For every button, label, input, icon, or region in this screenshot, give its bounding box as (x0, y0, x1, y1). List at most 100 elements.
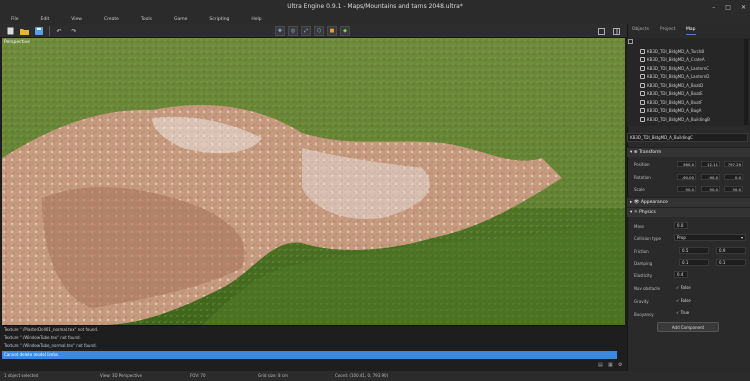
friction-static-field[interactable]: 0.5 (679, 247, 709, 254)
box-tool-icon[interactable]: ■ (327, 26, 337, 36)
position-z[interactable]: 797.29 (724, 161, 743, 167)
rotation-label: Rotation (634, 175, 651, 180)
status-selected: 1 object selected (4, 373, 39, 378)
status-gridsize: Grid size: 8 cm (258, 373, 288, 378)
terrain-tool-icon[interactable]: ◆ (340, 26, 350, 36)
object-name-field[interactable]: KB3D_TDI_BldgMD_A_BuildingC (627, 133, 748, 142)
buoyancy-checkbox[interactable]: ✓ True (676, 310, 689, 315)
toolbar: ↶ ↷ ✥ ◎ ⤢ ⬡ ■ ◆ (0, 24, 627, 38)
rotation-x[interactable]: -90.00 (677, 174, 696, 180)
navobstacle-label: Nav obstacle (634, 286, 660, 291)
cube-icon (640, 48, 645, 54)
status-bar: 1 object selected View: 3D Perspective F… (0, 371, 750, 381)
tree-item[interactable]: KB3D_TDI_BldgMD_A_LanternC (640, 64, 709, 72)
console-line: Texture "./WindowTube.tex" not found. (4, 335, 81, 340)
tree-scrollbar[interactable] (744, 39, 748, 125)
status-coords: Coord: (100.41, 0, 793.90) (335, 373, 389, 378)
window-controls: – □ ✕ (712, 0, 746, 14)
tree-item[interactable]: KB3D_TDI_BldgMD_A_BuildingB (640, 115, 710, 123)
tree-item[interactable]: KB3D_TDI_BldgMD_A_TorchB (640, 47, 704, 55)
open-folder-icon[interactable] (19, 26, 29, 36)
move-tool-icon[interactable]: ✥ (275, 26, 285, 36)
cube-tool-icon[interactable]: ⬡ (314, 26, 324, 36)
status-fov: FOV: 70 (190, 373, 206, 378)
console-copy-icon[interactable]: ▦ (608, 362, 613, 368)
tree-item[interactable]: KB3D_TDI_BldgMD_A_BagA (640, 106, 701, 114)
scale-x[interactable]: 50.0 (677, 186, 696, 192)
cube-icon (640, 107, 645, 113)
tab-objects[interactable]: Objects (632, 27, 649, 35)
cube-icon (640, 82, 645, 88)
elasticity-field[interactable]: 0.4 (674, 271, 688, 278)
rotation-z[interactable]: 0.0 (724, 174, 743, 180)
cube-icon (640, 73, 645, 79)
menu-create[interactable]: Create (93, 17, 130, 22)
navobstacle-checkbox[interactable]: ✓ False (676, 285, 691, 290)
window-title: Ultra Engine 0.9.1 - Maps/Mountains and … (0, 0, 750, 14)
cube-icon (640, 56, 645, 62)
minimize-button[interactable]: – (712, 4, 715, 11)
menu-bar: File Edit View Create Tools Game Scripti… (0, 14, 750, 24)
damping-angular-field[interactable]: 0.1 (716, 259, 746, 266)
console-clear-icon[interactable]: ▤ (598, 362, 603, 368)
console-settings-icon[interactable]: ⚙ (618, 362, 622, 368)
viewport-label[interactable]: Perspective (4, 40, 30, 45)
add-component-button[interactable]: Add Component (657, 322, 719, 332)
tree-item[interactable]: KB3D_TDI_BldgMD_A_BoatD (640, 81, 703, 89)
buoyancy-label: Buoyancy (634, 312, 654, 317)
position-x[interactable]: 560.0 (677, 161, 696, 167)
close-button[interactable]: ✕ (741, 4, 746, 11)
scale-tool-icon[interactable]: ⤢ (301, 26, 311, 36)
redo-icon[interactable]: ↷ (69, 26, 79, 36)
menu-view[interactable]: View (60, 17, 93, 22)
cube-icon (640, 90, 645, 96)
transform-section[interactable]: ▾ ⊕ Transform (627, 147, 750, 157)
layout-split-icon[interactable] (611, 26, 621, 36)
appearance-section[interactable]: ▸ 👁 Appearance (627, 197, 750, 207)
cube-icon (640, 99, 645, 105)
tree-item[interactable]: KB3D_TDI_BldgMD_A_BoatF (640, 98, 702, 106)
friction-kinetic-field[interactable]: 0.9 (716, 247, 746, 254)
undo-icon[interactable]: ↶ (54, 26, 64, 36)
new-file-icon[interactable] (5, 26, 15, 36)
menu-scripting[interactable]: Scripting (198, 17, 240, 22)
cube-icon (640, 65, 645, 71)
tab-project[interactable]: Project (660, 27, 675, 35)
collision-label: Collision type (634, 236, 661, 241)
scene-viewport[interactable] (2, 38, 625, 325)
tab-map[interactable]: Map (686, 27, 696, 35)
scale-label: Scale (634, 187, 645, 192)
damping-label: Damping (634, 261, 653, 266)
menu-help[interactable]: Help (240, 17, 272, 22)
rotation-y[interactable]: -90.0 (701, 174, 720, 180)
tree-item[interactable]: KB3D_TDI_BldgMD_A_BoatE (640, 89, 703, 97)
scale-z[interactable]: 50.0 (724, 186, 743, 192)
console-line: Texture "./WindowTube_normal.tex" not fo… (4, 343, 97, 348)
menu-tools[interactable]: Tools (130, 17, 163, 22)
console-line: Texture "./PlasterDoll01_normal.tex" not… (4, 327, 99, 332)
position-y[interactable]: 12.11 (701, 161, 720, 167)
menu-file[interactable]: File (0, 17, 30, 22)
collision-select[interactable]: Prop ▾ (674, 234, 746, 241)
menu-game[interactable]: Game (163, 17, 198, 22)
cube-icon (640, 116, 645, 122)
position-label: Position (634, 162, 650, 167)
damping-linear-field[interactable]: 0.1 (679, 259, 709, 266)
maximize-button[interactable]: □ (725, 4, 731, 11)
scale-y[interactable]: 50.0 (701, 186, 720, 192)
tree-item[interactable]: KB3D_TDI_BldgMD_A_LanternD (640, 72, 709, 80)
physics-section[interactable]: ▾ ⚛ Physics (627, 207, 750, 217)
console-input[interactable]: Cannot delete model limbs. (2, 351, 617, 359)
save-icon[interactable] (34, 26, 44, 36)
tree-item[interactable]: KB3D_TDI_BldgMD_A_CrateA (640, 55, 705, 63)
tree-expand-icon[interactable] (628, 39, 633, 44)
layout-single-icon[interactable] (596, 26, 606, 36)
friction-label: Friction (634, 249, 649, 254)
mass-field[interactable]: 0.0 (674, 222, 688, 229)
chevron-down-icon: ▾ (740, 235, 743, 240)
rotate-tool-icon[interactable]: ◎ (288, 26, 298, 36)
menu-edit[interactable]: Edit (30, 17, 61, 22)
gravity-checkbox[interactable]: ✓ False (676, 298, 691, 303)
mass-label: Mass (634, 224, 645, 229)
elasticity-label: Elasticity (634, 273, 653, 278)
